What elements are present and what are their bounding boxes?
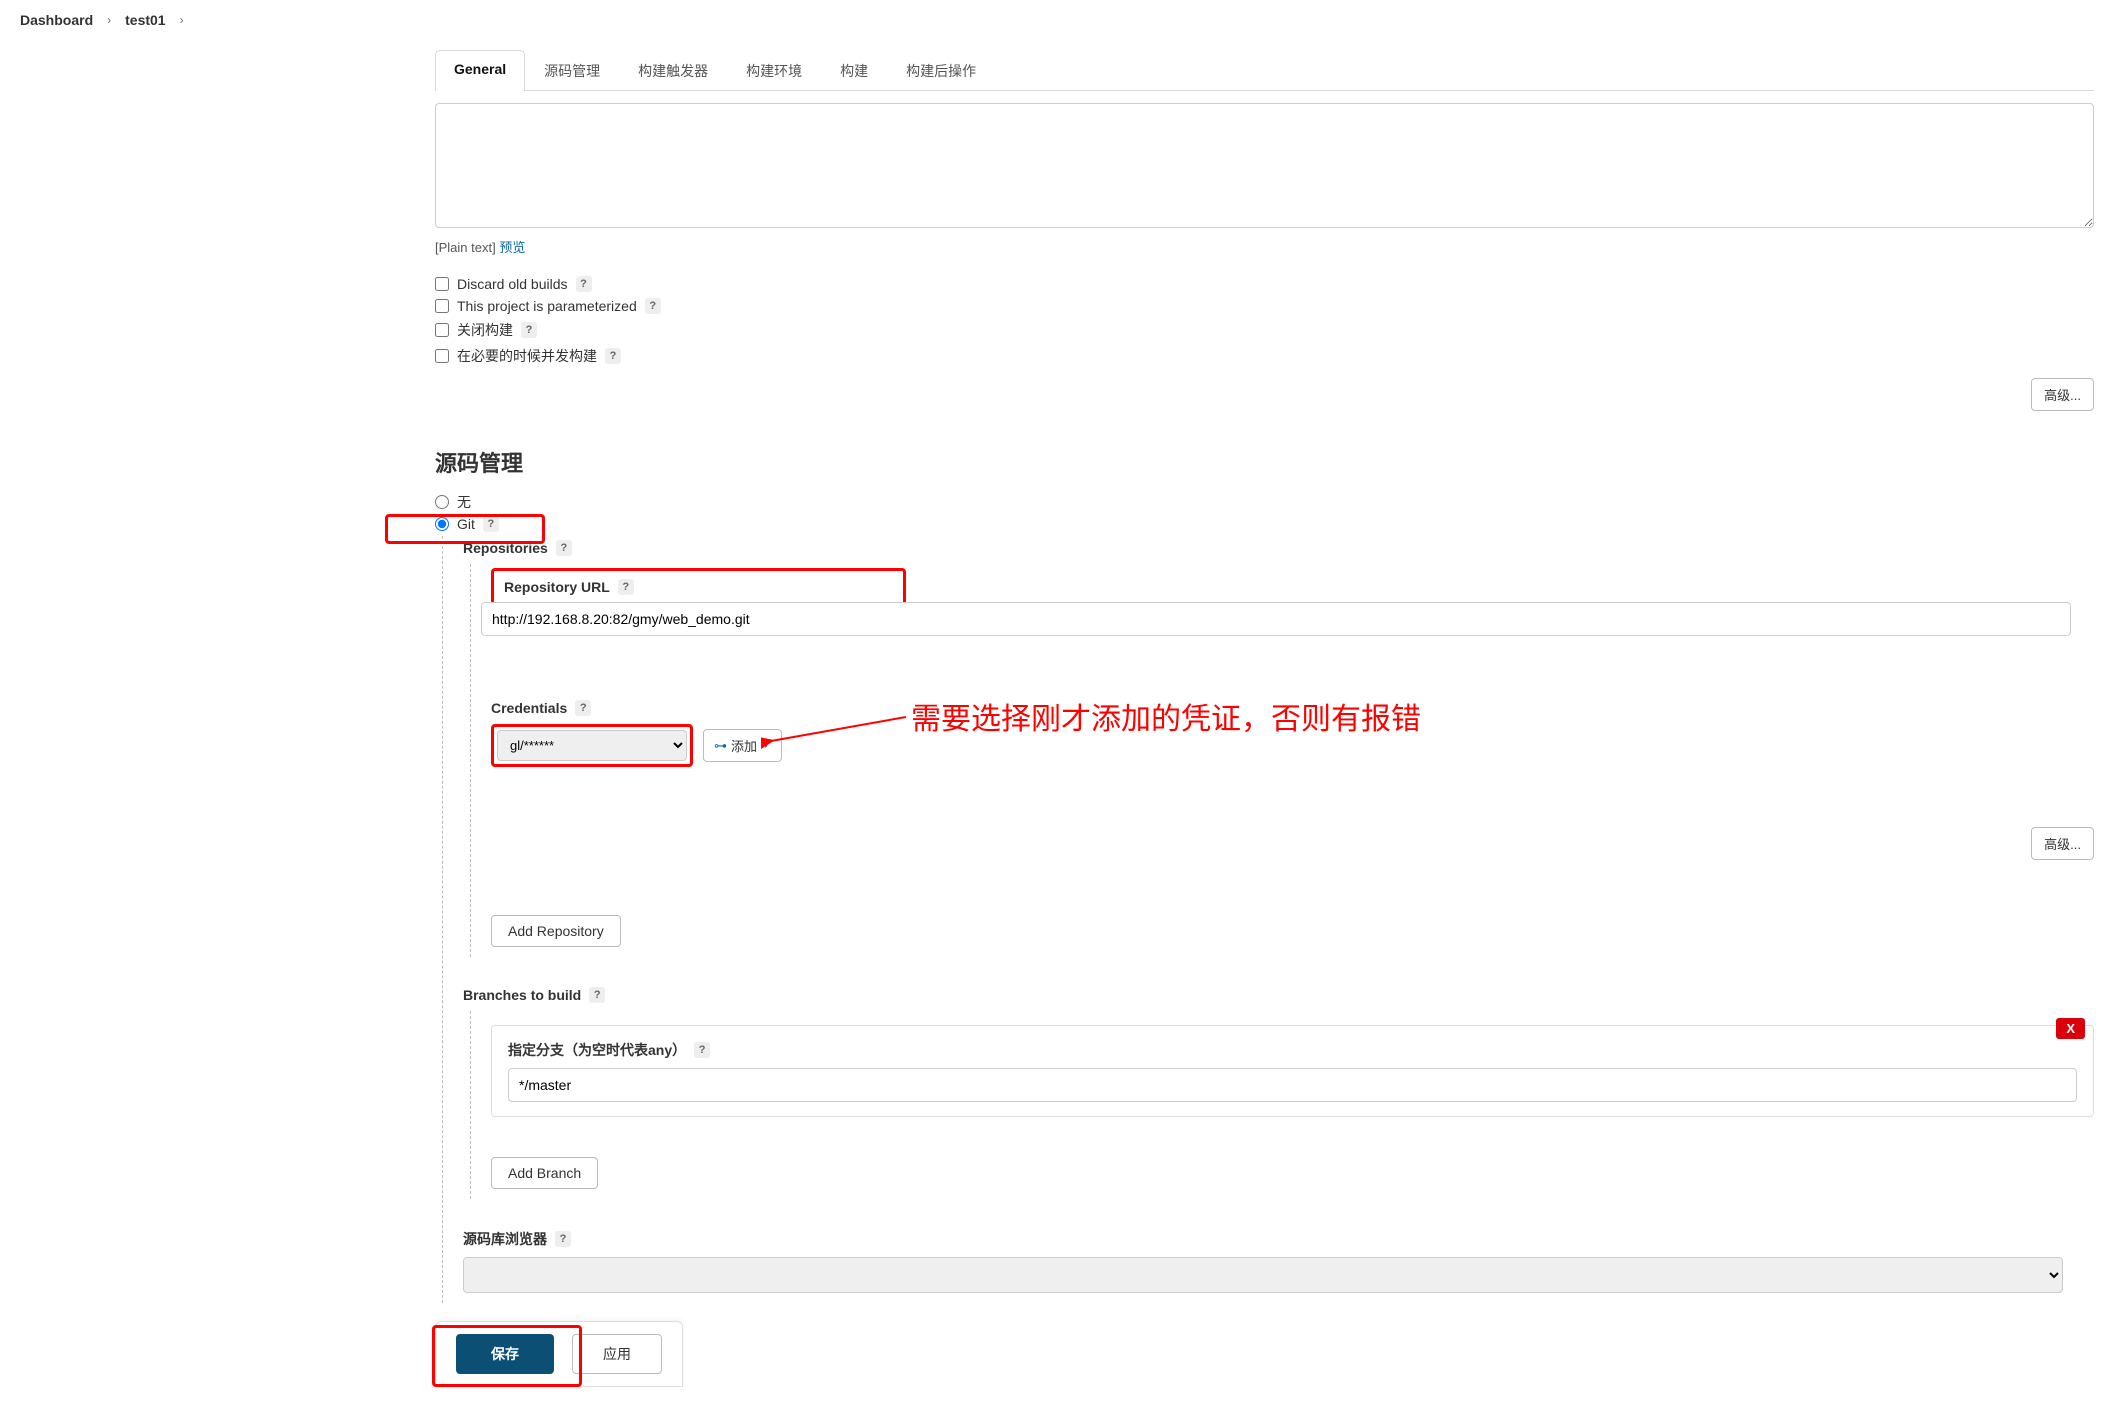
credentials-label: Credentials <box>491 700 567 716</box>
scm-heading: 源码管理 <box>435 446 2094 478</box>
key-icon: ⊶ <box>714 738 727 754</box>
repositories-label: Repositories <box>463 540 548 556</box>
chevron-right-icon: › <box>107 13 111 27</box>
breadcrumb-job[interactable]: test01 <box>125 12 165 28</box>
preview-link[interactable]: 预览 <box>499 240 525 255</box>
concurrent-build-checkbox[interactable] <box>435 349 449 363</box>
tab-scm[interactable]: 源码管理 <box>525 50 619 91</box>
disable-build-checkbox[interactable] <box>435 323 449 337</box>
chevron-right-icon: › <box>180 13 184 27</box>
help-icon[interactable]: ? <box>605 348 621 364</box>
parameterized-checkbox[interactable] <box>435 299 449 313</box>
help-icon[interactable]: ? <box>645 298 661 314</box>
repo-url-label: Repository URL <box>504 579 610 595</box>
config-tabs: General 源码管理 构建触发器 构建环境 构建 构建后操作 <box>435 50 2094 91</box>
branch-spec-label: 指定分支（为空时代表any） <box>508 1040 686 1060</box>
help-icon[interactable]: ? <box>694 1042 710 1058</box>
repo-browser-label: 源码库浏览器 <box>463 1229 547 1249</box>
discard-old-builds-checkbox[interactable] <box>435 277 449 291</box>
discard-old-builds-label: Discard old builds <box>457 276 568 292</box>
add-branch-button[interactable]: Add Branch <box>491 1157 598 1189</box>
tab-env[interactable]: 构建环境 <box>727 50 821 91</box>
scm-none-label: 无 <box>457 492 471 512</box>
delete-branch-button[interactable]: X <box>2056 1018 2085 1039</box>
advanced-button[interactable]: 高级... <box>2031 378 2094 411</box>
help-icon[interactable]: ? <box>575 700 591 716</box>
help-icon[interactable]: ? <box>556 540 572 556</box>
footer-action-bar: 保存 应用 <box>435 1321 683 1387</box>
tab-build[interactable]: 构建 <box>821 50 887 91</box>
breadcrumb: Dashboard › test01 › <box>0 0 2114 40</box>
disable-build-label: 关闭构建 <box>457 320 513 340</box>
scm-none-radio[interactable] <box>435 495 449 509</box>
help-icon[interactable]: ? <box>483 516 499 532</box>
add-credentials-button[interactable]: ⊶ 添加 ▼ <box>703 729 782 762</box>
repo-url-input[interactable] <box>481 602 2071 636</box>
branches-to-build-label: Branches to build <box>463 987 581 1003</box>
help-icon[interactable]: ? <box>618 579 634 595</box>
description-textarea[interactable] <box>435 103 2094 228</box>
chevron-down-icon: ▼ <box>761 740 771 751</box>
branch-spec-input[interactable] <box>508 1068 2077 1102</box>
help-icon[interactable]: ? <box>576 276 592 292</box>
credentials-select[interactable]: gl/****** <box>497 730 687 761</box>
help-icon[interactable]: ? <box>521 322 537 338</box>
help-icon[interactable]: ? <box>589 987 605 1003</box>
breadcrumb-dashboard[interactable]: Dashboard <box>20 12 93 28</box>
apply-button[interactable]: 应用 <box>572 1334 662 1374</box>
plain-text-label: [Plain text] <box>435 240 496 255</box>
tab-general[interactable]: General <box>435 50 525 91</box>
annotation-cred-text: 需要选择刚才添加的凭证，否则有报错 <box>911 694 1421 738</box>
parameterized-label: This project is parameterized <box>457 298 637 314</box>
help-icon[interactable]: ? <box>555 1231 571 1247</box>
tab-post[interactable]: 构建后操作 <box>887 50 995 91</box>
advanced-button-repo[interactable]: 高级... <box>2031 827 2094 860</box>
description-format-row: [Plain text] 预览 <box>435 237 2094 256</box>
add-repository-button[interactable]: Add Repository <box>491 915 621 947</box>
concurrent-build-label: 在必要的时候并发构建 <box>457 346 597 366</box>
save-button[interactable]: 保存 <box>456 1334 554 1374</box>
add-credentials-label: 添加 <box>731 736 757 755</box>
scm-git-label: Git <box>457 516 475 532</box>
tab-triggers[interactable]: 构建触发器 <box>619 50 727 91</box>
repo-browser-select[interactable] <box>463 1257 2063 1293</box>
scm-git-radio[interactable] <box>435 517 449 531</box>
